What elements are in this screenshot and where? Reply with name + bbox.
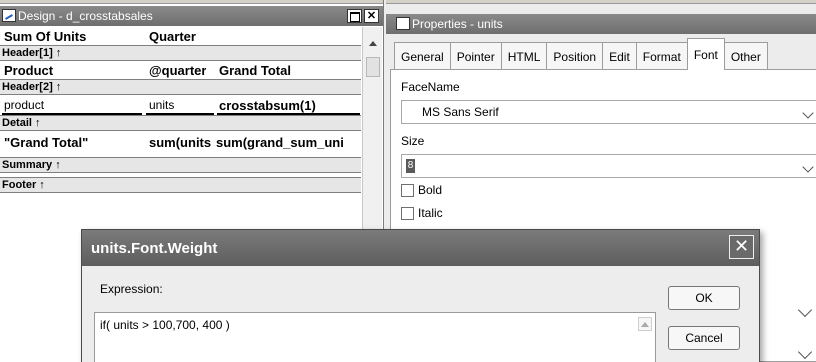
design-window-controls: ✕ — [347, 9, 379, 23]
quarter-label[interactable]: Quarter — [149, 29, 196, 44]
expression-label: Expression: — [100, 282, 163, 296]
tab-position[interactable]: Position — [546, 42, 604, 70]
scroll-thumb[interactable] — [366, 57, 380, 77]
tab-format[interactable]: Format — [635, 42, 688, 70]
tab-edit[interactable]: Edit — [602, 42, 637, 70]
facename-label: FaceName — [401, 80, 460, 94]
expression-dialog: units.Font.Weight ✕ Expression: if( unit… — [81, 229, 760, 362]
ok-button[interactable]: OK — [668, 286, 740, 310]
bold-checkbox-box[interactable] — [401, 183, 414, 197]
design-window-title: Design - d_crosstabsales — [18, 9, 153, 23]
tab-html[interactable]: HTML — [500, 42, 548, 70]
scroll-up-arrow-icon[interactable] — [638, 317, 652, 331]
restore-icon[interactable] — [347, 9, 362, 23]
sum-units-compute[interactable]: sum(units — [149, 135, 215, 150]
band-summary[interactable]: Summary ↑ — [0, 157, 361, 173]
bold-label: Bold — [418, 183, 443, 197]
product-label[interactable]: Product — [4, 63, 53, 78]
dialog-titlebar[interactable]: units.Font.Weight — [82, 230, 759, 266]
sum-grand-sum-compute[interactable]: sum(grand_sum_uni — [216, 135, 361, 150]
header2-row: product units crosstabsum(1) — [0, 95, 361, 115]
chevron-down-icon[interactable] — [802, 107, 814, 119]
expression-scrollbar[interactable] — [636, 315, 654, 362]
properties-window-titlebar[interactable]: Properties - units — [386, 14, 816, 34]
properties-window-top-edge — [386, 0, 816, 4]
properties-window-title: Properties - units — [412, 17, 503, 31]
facename-select[interactable]: MS Sans Serif — [401, 100, 816, 124]
tab-font[interactable]: Font — [686, 38, 725, 70]
bold-checkbox[interactable]: Bold — [401, 183, 442, 197]
band-header1[interactable]: Header[1] ↑ — [0, 45, 361, 61]
size-select[interactable]: 8 — [401, 154, 816, 178]
design-window-titlebar[interactable]: Design - d_crosstabsales ✕ — [0, 6, 383, 26]
grand-total-label[interactable]: Grand Total — [219, 63, 291, 78]
expression-input[interactable]: if( units > 100,700, 400 ) — [94, 312, 656, 362]
italic-checkbox-box[interactable] — [401, 206, 414, 220]
crosstabsum-column-border — [217, 113, 360, 115]
properties-window-app-icon — [396, 17, 410, 30]
close-icon[interactable]: ✕ — [729, 235, 754, 259]
design-window-top-edge — [0, 0, 383, 4]
units-column[interactable]: units — [149, 98, 174, 112]
product-column[interactable]: product — [4, 98, 44, 112]
sum-of-units-label[interactable]: Sum Of Units — [4, 29, 86, 44]
grand-total-text[interactable]: "Grand Total" — [4, 135, 88, 150]
crosstabsum-column[interactable]: crosstabsum(1) — [219, 98, 316, 113]
product-column-border — [2, 113, 142, 115]
band-footer[interactable]: Footer ↑ — [0, 177, 361, 193]
expression-value: if( units > 100,700, 400 ) — [100, 318, 230, 332]
close-icon[interactable]: ✕ — [364, 9, 379, 23]
tab-other[interactable]: Other — [723, 42, 768, 70]
detail-row: "Grand Total" sum(units sum(grand_sum_un… — [0, 131, 361, 153]
chevron-down-icon[interactable] — [802, 161, 814, 173]
italic-label: Italic — [418, 206, 443, 220]
header1-row: Product @quarter Grand Total — [0, 61, 361, 79]
dialog-title: units.Font.Weight — [91, 239, 218, 257]
size-value: 8 — [406, 159, 415, 173]
size-label: Size — [401, 134, 425, 148]
quarter-field[interactable]: @quarter — [149, 63, 206, 78]
crosstab-column-header-row: Sum Of Units Quarter — [0, 27, 361, 45]
italic-checkbox[interactable]: Italic — [401, 206, 443, 220]
band-detail[interactable]: Detail ↑ — [0, 115, 361, 131]
units-column-border — [146, 113, 214, 115]
tab-pointer[interactable]: Pointer — [449, 42, 502, 70]
tab-general[interactable]: General — [394, 42, 451, 70]
properties-tab-strip: General Pointer HTML Position Edit Forma… — [394, 38, 768, 70]
cancel-button[interactable]: Cancel — [668, 326, 740, 350]
design-window-app-icon — [2, 9, 16, 22]
scroll-up-arrow-icon[interactable] — [366, 37, 380, 51]
facename-value: MS Sans Serif — [422, 105, 499, 119]
band-header2[interactable]: Header[2] ↑ — [0, 79, 361, 95]
